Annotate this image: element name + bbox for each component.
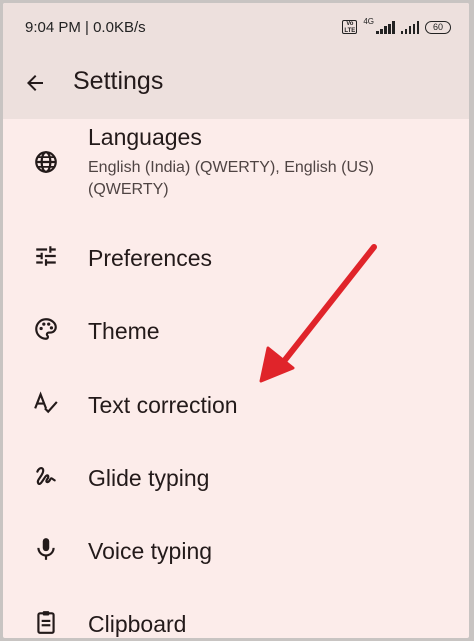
globe-icon: [35, 151, 57, 173]
screenshot-frame: 9:04 PM | 0.0KB/s Vo LTE 4G 60 Settings: [3, 3, 469, 638]
settings-item-text-correction[interactable]: Text correction: [3, 374, 469, 434]
gesture-icon: [36, 467, 56, 486]
spellcheck-icon: [34, 391, 58, 414]
signal-strength-icon: [376, 20, 395, 34]
battery-icon: 60: [425, 20, 451, 34]
settings-item-label: Theme: [88, 318, 160, 344]
settings-item-subtitle: English (India) (QWERTY), English (US) (…: [88, 159, 374, 198]
settings-item-label: Glide typing: [88, 465, 210, 491]
settings-item-label: Languages: [88, 124, 202, 150]
settings-item-glide-typing[interactable]: Glide typing: [3, 447, 469, 507]
app-bar: Settings: [3, 49, 469, 119]
network-type: 4G: [363, 16, 374, 26]
settings-item-preferences[interactable]: Preferences: [3, 227, 469, 287]
clipboard-icon: [37, 611, 55, 634]
back-arrow-icon[interactable]: [23, 71, 47, 95]
settings-item-label: Voice typing: [88, 538, 213, 564]
status-bar: 9:04 PM | 0.0KB/s Vo LTE 4G 60: [3, 3, 469, 49]
settings-item-label: Clipboard: [88, 611, 187, 637]
settings-item-clipboard[interactable]: Clipboard: [3, 593, 469, 638]
palette-icon: [35, 318, 57, 340]
settings-item-languages[interactable]: Languages English (India) (QWERTY), Engl…: [3, 119, 469, 214]
settings-item-label: Preferences: [88, 245, 213, 271]
signal-strength-icon-2: [400, 20, 419, 34]
page-title: Settings: [73, 67, 164, 95]
tune-icon: [36, 246, 56, 266]
mic-icon: [37, 538, 55, 560]
status-icons: Vo LTE 4G 60: [342, 16, 451, 36]
status-time: 9:04 PM | 0.0KB/s: [25, 19, 146, 36]
settings-item-label: Text correction: [88, 392, 238, 418]
settings-item-voice-typing[interactable]: Voice typing: [3, 520, 469, 580]
volte-icon: Vo LTE: [342, 20, 358, 34]
settings-item-theme[interactable]: Theme: [3, 300, 469, 360]
